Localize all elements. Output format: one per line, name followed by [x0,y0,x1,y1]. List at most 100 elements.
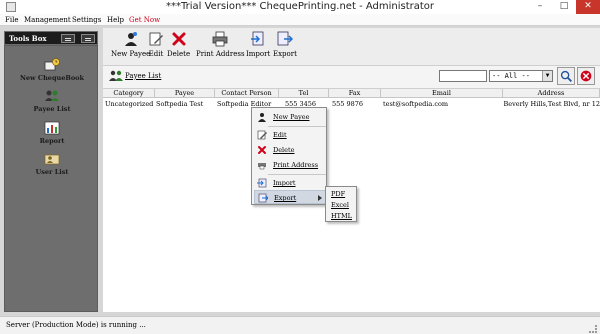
export-label: Export [273,50,297,58]
ctx-delete[interactable]: Delete [254,143,326,157]
status-bar: Server (Production Mode) is running ... [0,316,600,334]
ctx-label: Export [274,194,297,202]
column-header[interactable]: Address [503,89,600,98]
category-filter-value: -- All -- [492,72,530,80]
title-bar: ***Trial Version*** ChequePrinting.net -… [0,0,600,14]
menu-get-now[interactable]: Get Now [129,16,160,24]
ctx-edit[interactable]: Edit [254,128,326,142]
grid-header: Category Payee Contact Person Tel Fax Em… [103,89,600,98]
edit-label: Edit [148,50,164,58]
user-list-icon [44,154,60,165]
list-subbar: Payee List -- All -- ▼ [103,66,600,88]
sidebar-item-payee-list[interactable]: Payee List [5,89,99,113]
new-payee-icon [124,32,137,46]
toolsbox-title: Tools Box [9,34,47,43]
import-icon [251,31,264,46]
export-submenu: PDF Excel HTML [325,186,357,222]
ctx-label: New Payee [273,113,310,121]
column-header[interactable]: Payee [155,89,215,98]
menu-bar: File Management Settings Help Get Now [0,14,600,26]
cell-fax: 555 9876 [332,100,364,108]
toolsbox-pin-button[interactable] [81,34,95,43]
export-icon [277,31,293,46]
people-icon [109,70,123,81]
ctx-label: Delete [273,146,295,154]
sidebar-item-label: User List [35,168,69,176]
payee-list-link[interactable]: Payee List [125,72,161,80]
toolsbox-header: Tools Box [4,31,98,45]
delete-label: Delete [167,50,191,58]
cell-category: Uncategorized [105,100,154,108]
ctx-import[interactable]: Import [254,176,326,190]
delete-button[interactable]: Delete [167,31,190,58]
import-label: Import [246,50,271,58]
cancel-icon [580,70,592,82]
submenu-arrow-icon [318,195,322,201]
people-icon [45,90,59,101]
chart-icon [44,121,60,135]
column-header[interactable]: Category [103,89,155,98]
clear-filter-button[interactable] [577,67,595,85]
new-payee-button[interactable]: New Payee [111,31,150,58]
edit-icon [149,32,163,46]
new-payee-label: New Payee [111,50,151,58]
close-button[interactable]: ✕ [576,0,600,14]
printer-icon [212,31,228,47]
menu-file[interactable]: File [5,16,18,24]
menu-divider [268,174,326,175]
ctx-label: Print Address [273,161,319,169]
sidebar-item-label: Payee List [33,105,71,113]
import-button[interactable]: Import [246,31,270,58]
delete-icon [258,146,266,154]
context-menu: New Payee Edit Delete Print Address Impo… [251,107,327,205]
export-icon [258,193,268,203]
cell-address: Beverly Hills,Test Blvd, nr 12 [503,100,600,108]
toolsbox-view-button[interactable] [61,34,75,43]
column-header[interactable]: Fax [329,89,381,98]
status-text: Server (Production Mode) is running ... [6,321,146,329]
print-address-label: Print Address [196,50,245,58]
menu-divider [268,126,326,127]
new-payee-icon [258,113,266,122]
column-header[interactable]: Email [381,89,503,98]
export-html[interactable]: HTML [331,212,352,220]
column-header[interactable]: Tel [279,89,329,98]
sidebar-item-new-chequebook[interactable]: New ChequeBook [5,58,99,82]
ctx-label: Import [273,179,296,187]
sidebar-item-label: Report [39,137,65,145]
sidebar-item-user-list[interactable]: User List [5,152,99,176]
window-title: ***Trial Version*** ChequePrinting.net -… [165,1,435,12]
print-address-button[interactable]: Print Address [196,31,245,58]
column-header[interactable]: Contact Person [215,89,279,98]
menu-help[interactable]: Help [107,16,124,24]
ctx-new-payee[interactable]: New Payee [254,110,326,124]
search-button[interactable] [557,67,575,85]
menu-management[interactable]: Management [24,16,71,24]
delete-icon [172,32,186,46]
export-button[interactable]: Export [273,31,297,58]
edit-icon [257,130,267,140]
menu-settings[interactable]: Settings [72,16,101,24]
category-filter-select[interactable]: -- All -- ▼ [489,70,553,82]
ctx-export[interactable]: Export [254,190,326,204]
cell-payee: Softpedia Test [156,100,204,108]
import-icon [257,178,267,188]
ctx-label: Edit [273,131,287,139]
resize-grip[interactable] [589,325,597,333]
edit-button[interactable]: Edit [148,31,164,58]
sidebar-item-label: New ChequeBook [19,74,85,82]
ctx-print-address[interactable]: Print Address [254,158,326,172]
search-input[interactable] [439,70,487,82]
tools-sidebar: New ChequeBook Payee List Report User Li… [4,45,98,312]
maximize-button[interactable]: □ [552,0,576,14]
chevron-down-icon: ▼ [542,71,552,81]
sidebar-item-report[interactable]: Report [5,121,99,145]
main-toolbar: New Payee Edit Delete Print Address Impo… [103,28,600,66]
printer-icon [258,163,266,170]
export-excel[interactable]: Excel [331,201,349,209]
search-icon [560,70,572,82]
minimize-button[interactable]: – [528,0,552,14]
export-pdf[interactable]: PDF [331,190,345,198]
chequebook-clock-icon [44,58,60,71]
table-row[interactable]: Uncategorized Softpedia Test Softpedia E… [103,99,600,109]
